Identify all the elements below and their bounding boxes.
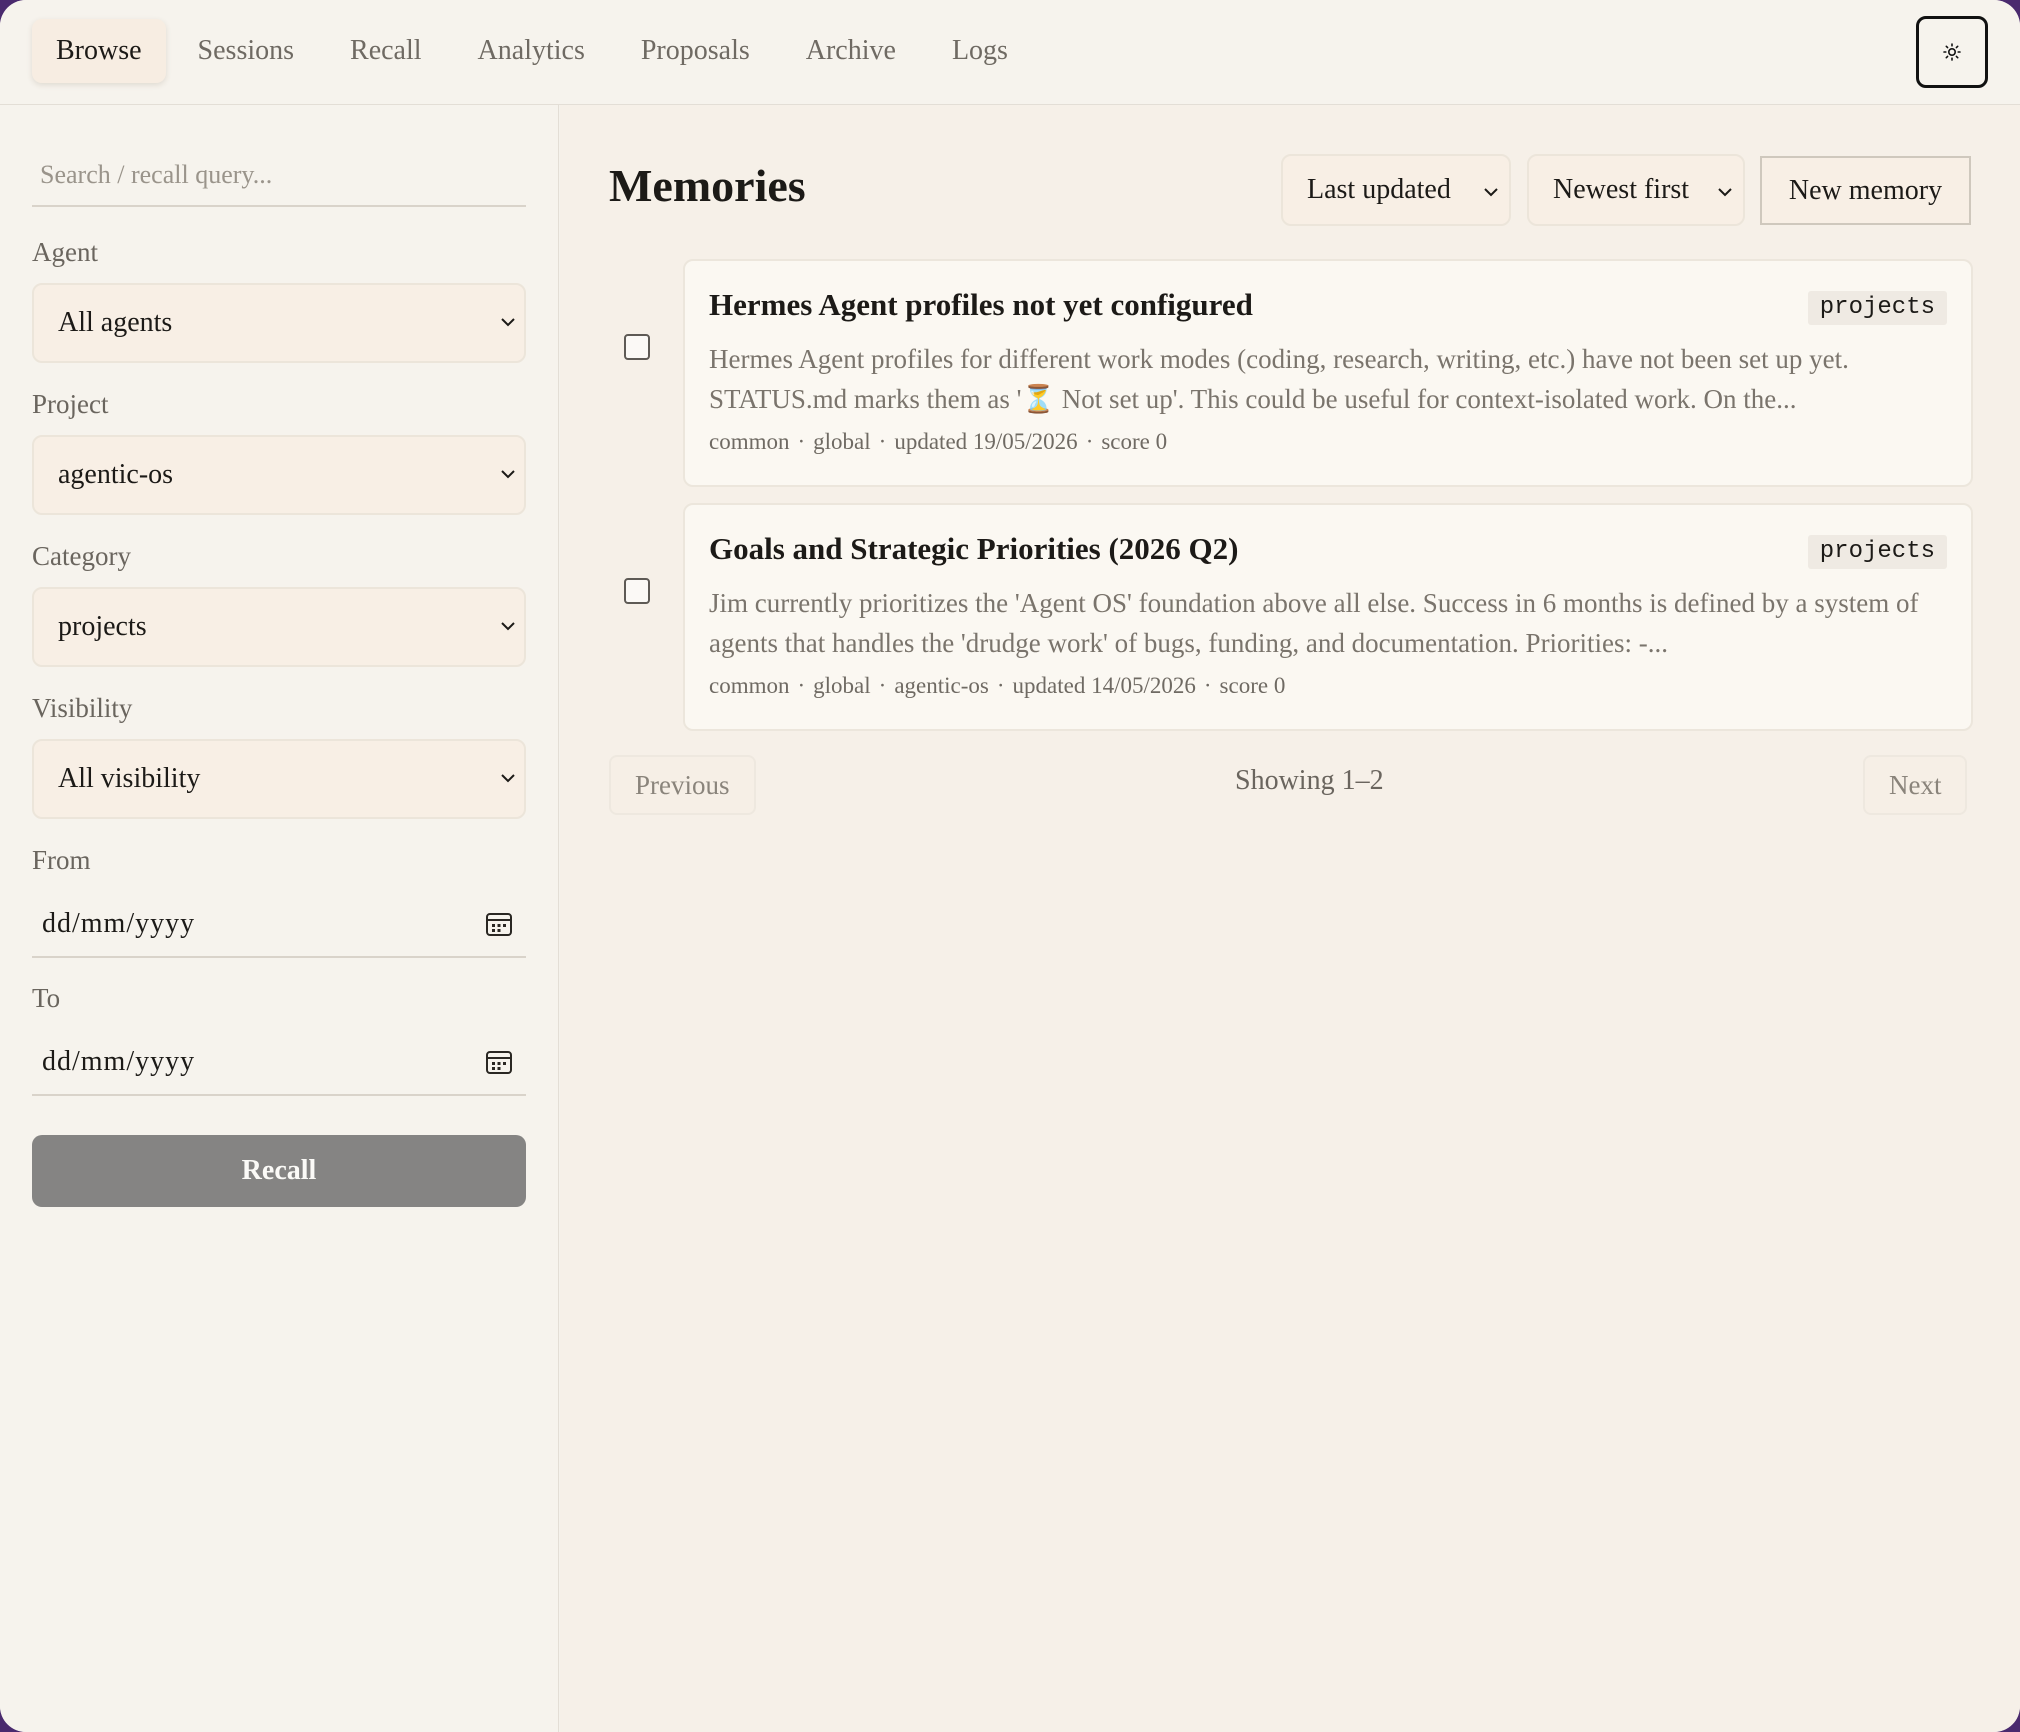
tab-proposals[interactable]: Proposals: [617, 19, 774, 83]
nav-tabs: Browse Sessions Recall Analytics Proposa…: [32, 19, 1032, 83]
to-date-field[interactable]: dd/mm/yyyy: [32, 1028, 526, 1096]
meta-project: agentic-os: [894, 673, 989, 698]
meta-updated: updated 19/05/2026: [894, 429, 1078, 454]
memories-panel: Memories Last updated Newest first New m…: [560, 105, 2020, 1732]
memory-card[interactable]: Goals and Strategic Priorities (2026 Q2)…: [683, 503, 1973, 731]
meta-separator: ·: [996, 673, 1005, 698]
recall-button[interactable]: Recall: [32, 1135, 526, 1207]
meta-updated: updated 14/05/2026: [1012, 673, 1196, 698]
agent-select[interactable]: All agents: [32, 283, 526, 363]
meta-score: score 0: [1101, 429, 1168, 454]
sun-icon: [1943, 43, 1961, 61]
meta-separator: ·: [797, 673, 806, 698]
from-date-field[interactable]: dd/mm/yyyy: [32, 890, 526, 958]
calendar-icon[interactable]: [484, 1048, 514, 1076]
chevron-down-icon: [501, 470, 515, 479]
memory-meta: common · global · agentic-os · updated 14/05/2…: [709, 673, 1285, 699]
pagination-info: Showing 1–2: [1235, 765, 1384, 796]
tab-browse[interactable]: Browse: [32, 19, 166, 83]
from-date-placeholder: dd/mm/yyyy: [42, 908, 196, 939]
visibility-select[interactable]: All visibility: [32, 739, 526, 819]
sort-field-value: Last updated: [1307, 174, 1451, 205]
page-title: Memories: [609, 160, 806, 211]
project-select[interactable]: agentic-os: [32, 435, 526, 515]
tab-archive[interactable]: Archive: [782, 19, 920, 83]
category-label: Category: [32, 541, 131, 571]
category-select[interactable]: projects: [32, 587, 526, 667]
next-page-button[interactable]: Next: [1863, 755, 1968, 815]
project-label: Project: [32, 389, 109, 419]
memory-card[interactable]: Hermes Agent profiles not yet configured…: [683, 259, 1973, 487]
meta-agent: common: [709, 429, 790, 454]
calendar-icon[interactable]: [484, 910, 514, 938]
memory-title: Goals and Strategic Priorities (2026 Q2): [709, 531, 1239, 566]
chevron-down-icon: [501, 622, 515, 631]
tab-sessions[interactable]: Sessions: [174, 19, 318, 83]
meta-visibility: global: [813, 429, 871, 454]
meta-separator: ·: [797, 429, 806, 454]
to-date-placeholder: dd/mm/yyyy: [42, 1046, 196, 1077]
tab-analytics[interactable]: Analytics: [454, 19, 609, 83]
sort-field-select[interactable]: Last updated: [1281, 154, 1511, 226]
tab-logs[interactable]: Logs: [928, 19, 1032, 83]
meta-separator: ·: [878, 429, 887, 454]
memory-meta: common · global · updated 19/05/2026 · score 0: [709, 429, 1167, 455]
project-select-value: agentic-os: [58, 459, 174, 490]
memory-excerpt: Jim currently prioritizes the 'Agent OS'…: [709, 588, 1919, 658]
meta-score: score 0: [1219, 673, 1286, 698]
filter-sidebar: Agent All agents Project agentic-os Cate…: [0, 105, 559, 1732]
meta-separator: ·: [1203, 673, 1212, 698]
top-nav: Browse Sessions Recall Analytics Proposa…: [0, 0, 2020, 105]
chevron-down-icon: [1484, 188, 1498, 197]
select-checkbox[interactable]: [624, 578, 650, 604]
memory-title: Hermes Agent profiles not yet configured: [709, 287, 1253, 322]
select-checkbox[interactable]: [624, 334, 650, 360]
visibility-select-value: All visibility: [58, 763, 201, 794]
chevron-down-icon: [501, 774, 515, 783]
theme-toggle-button[interactable]: [1916, 16, 1988, 88]
category-tag: projects: [1807, 535, 1947, 569]
search-input[interactable]: [32, 145, 526, 207]
meta-agent: common: [709, 673, 790, 698]
meta-separator: ·: [878, 673, 887, 698]
to-label: To: [32, 983, 61, 1013]
sort-order-select[interactable]: Newest first: [1527, 154, 1745, 226]
category-select-value: projects: [58, 611, 147, 642]
chevron-down-icon: [1718, 188, 1732, 197]
category-tag: projects: [1807, 291, 1947, 325]
agent-label: Agent: [32, 237, 98, 267]
from-label: From: [32, 845, 91, 875]
meta-visibility: global: [813, 673, 871, 698]
app-window: Browse Sessions Recall Analytics Proposa…: [0, 0, 2020, 1732]
memory-excerpt: Hermes Agent profiles for different work…: [709, 344, 1849, 414]
sort-order-value: Newest first: [1553, 174, 1690, 205]
new-memory-button[interactable]: New memory: [1760, 156, 1971, 225]
agent-select-value: All agents: [58, 307, 173, 338]
visibility-label: Visibility: [32, 693, 133, 723]
meta-separator: ·: [1085, 429, 1094, 454]
tab-recall[interactable]: Recall: [326, 19, 446, 83]
previous-page-button[interactable]: Previous: [609, 755, 756, 815]
chevron-down-icon: [501, 318, 515, 327]
